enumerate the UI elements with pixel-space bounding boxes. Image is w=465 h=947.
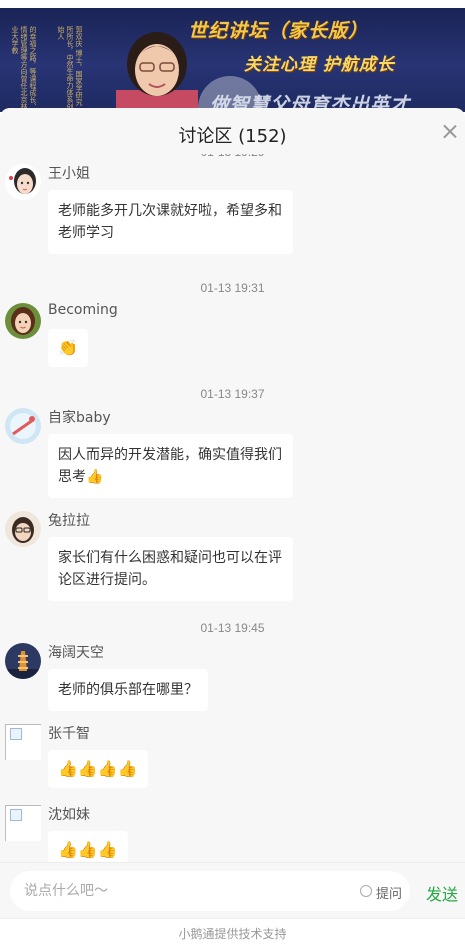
presenter-photo <box>116 30 198 112</box>
nickname: 海阔天空 <box>48 645 104 661</box>
message-bubble: 👍👍👍👍 <box>48 750 148 788</box>
discussion-panel: 01-13 19:29 王小姐 老师能多开几次课就好啦，希望多和老师学习 01-… <box>0 108 465 947</box>
panel-header: 讨论区 (152) <box>0 108 465 154</box>
avatar[interactable] <box>5 408 41 444</box>
message-bubble: 👍👍👍 <box>48 831 128 862</box>
footer-powered-by: 小鹅通提供技术支持 <box>0 918 465 947</box>
message-bubble: 老师能多开几次课就好啦，希望多和老师学习 <box>48 190 293 254</box>
avatar[interactable] <box>5 164 41 200</box>
send-button[interactable]: 发送 <box>426 881 458 905</box>
avatar[interactable] <box>5 511 41 547</box>
nickname: 兔拉拉 <box>48 513 90 529</box>
banner-title: 世纪讲坛（家长版） <box>188 20 369 42</box>
avatar[interactable] <box>5 303 41 339</box>
timestamp: 01-13 19:31 <box>200 281 265 295</box>
panel-title: 讨论区 (152) <box>178 126 287 147</box>
comment-input-box[interactable]: 提问 <box>10 871 410 911</box>
message-bubble: 👏 <box>48 329 88 367</box>
nickname: 王小姐 <box>48 166 90 182</box>
banner-subtitle: 关注心理 护航成长 <box>244 55 395 75</box>
comment-input[interactable] <box>24 881 344 901</box>
video-banner[interactable]: 的幸福之路，等课程成长、情绪管理等方向曾任北京林业大学教 郭双庆 博士，国家学研… <box>0 8 465 112</box>
avatar[interactable] <box>5 643 41 679</box>
banner-bio-text-right: 郭双庆 博士，国家学研究所所长，中然生命力体系创始人 <box>57 26 83 110</box>
banner-bio-text-left: 的幸福之路，等课程成长、情绪管理等方向曾任北京林业大学教 <box>11 26 37 110</box>
nickname: 沈如妹 <box>48 807 90 823</box>
input-bar: 提问 发送 <box>0 862 465 918</box>
timestamp: 01-13 19:45 <box>200 621 265 635</box>
nickname: 张千智 <box>48 726 90 742</box>
nickname: 自家baby <box>48 410 111 426</box>
message-bubble: 家长们有什么困惑和疑问也可以在评论区进行提问。 <box>48 537 293 601</box>
message-bubble: 因人而异的开发潜能，确实值得我们思考👍 <box>48 434 293 498</box>
top-strip <box>0 0 465 8</box>
message-list[interactable]: 01-13 19:29 王小姐 老师能多开几次课就好啦，希望多和老师学习 01-… <box>0 144 465 862</box>
close-icon[interactable] <box>443 124 457 138</box>
message-bubble: 老师的俱乐部在哪里？ <box>48 669 208 711</box>
avatar-placeholder[interactable] <box>5 724 41 760</box>
radio-icon[interactable] <box>360 885 372 897</box>
timestamp: 01-13 19:37 <box>200 387 265 401</box>
nickname: Becoming <box>48 302 118 318</box>
ask-question-label: 提问 <box>376 887 403 902</box>
avatar-placeholder[interactable] <box>5 805 41 841</box>
